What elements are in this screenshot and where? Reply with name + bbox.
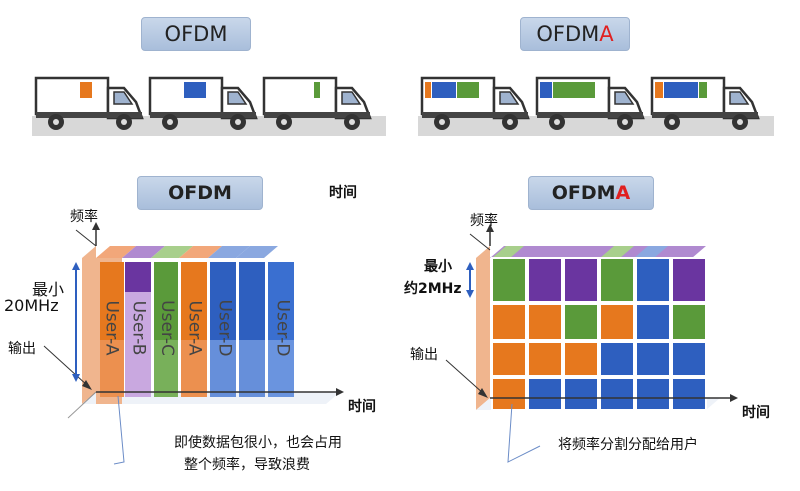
- grid-cell: [671, 377, 707, 411]
- grid-cell: [491, 341, 527, 377]
- grid-cell: [527, 257, 563, 303]
- grid-cell: [491, 303, 527, 341]
- grid-cell: [527, 303, 563, 341]
- bandwidth-label-right-1: 最小: [424, 259, 452, 275]
- grid-cell: [599, 377, 635, 411]
- grid-cell: [671, 341, 707, 377]
- grid-cell: [599, 341, 635, 377]
- time-axis-label-right: 时间: [742, 405, 770, 421]
- grid-cell: [563, 377, 599, 411]
- grid-cell: [527, 377, 563, 411]
- grid-cell: [635, 341, 671, 377]
- grid-cell: [491, 257, 527, 303]
- grid-cell: [563, 341, 599, 377]
- grid-cell: [635, 303, 671, 341]
- freq-axis-label-right: 频率: [470, 213, 498, 229]
- caption-right: 将频率分割分配给用户: [558, 437, 698, 453]
- grid-cell: [635, 377, 671, 411]
- output-label-right: 输出: [410, 347, 438, 363]
- grid-cell: [563, 303, 599, 341]
- ofdma-frequency-diagram: [445, 224, 738, 463]
- grid-cell: [599, 257, 635, 303]
- grid-cell: [599, 303, 635, 341]
- grid-cell: [671, 257, 707, 303]
- grid-cell: [491, 377, 527, 411]
- grid-cell: [563, 257, 599, 303]
- grid-cell: [527, 341, 563, 377]
- bandwidth-label-right-2: 约2MHz: [404, 281, 462, 297]
- grid-cell: [671, 303, 707, 341]
- grid-cell: [635, 257, 671, 303]
